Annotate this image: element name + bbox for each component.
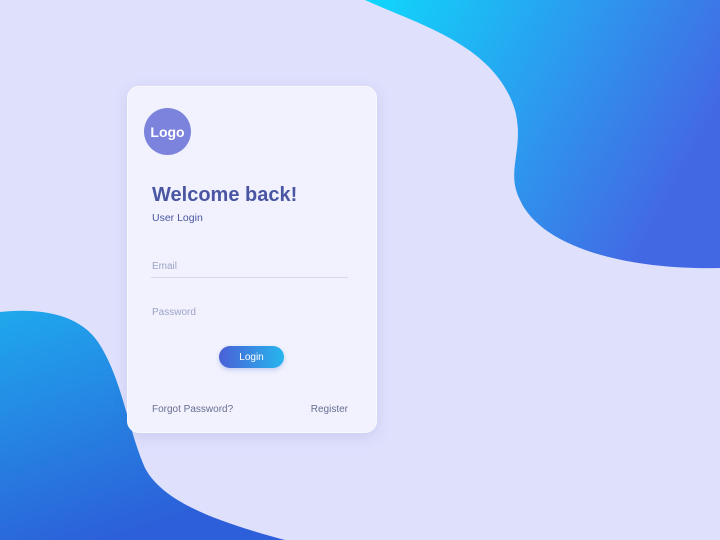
password-field[interactable] [151,301,348,323]
login-page: Logo Welcome back! User Login Login Forg… [0,0,720,540]
welcome-title: Welcome back! [152,184,298,206]
register-link[interactable]: Register [311,404,348,415]
email-field[interactable] [151,256,348,278]
login-button[interactable]: Login [219,346,284,368]
top-right-blob [365,0,720,269]
login-card: Logo Welcome back! User Login Login Forg… [127,86,377,433]
forgot-password-link[interactable]: Forgot Password? [152,404,233,415]
user-login-subtitle: User Login [152,212,203,224]
logo: Logo [144,108,191,155]
